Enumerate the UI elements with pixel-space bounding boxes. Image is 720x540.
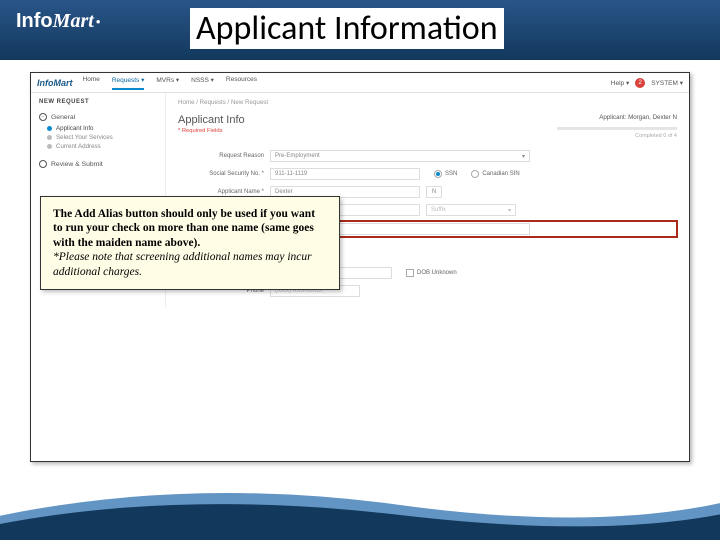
nav-help[interactable]: Help ▾ — [611, 79, 629, 87]
breadcrumb: Home / Requests / New Request — [178, 99, 677, 106]
ssn-label: Social Security No. * — [178, 171, 270, 177]
infomart-logo: InfoMart● — [16, 10, 103, 33]
nav-requests[interactable]: Requests ▾ — [112, 76, 145, 90]
topbar-right: Help ▾ 2 SYSTEM ▾ — [611, 78, 683, 88]
primary-nav: Home Requests ▾ MVRs ▾ NSSS ▾ Resources — [83, 76, 258, 90]
callout-line2: *Please note that screening additional n… — [53, 251, 312, 277]
suffix-select[interactable]: Suffix▾ — [426, 204, 516, 216]
circle-icon — [39, 160, 47, 168]
callout-note: The Add Alias button should only be used… — [40, 196, 340, 290]
sin-radio[interactable] — [471, 170, 479, 178]
ssn-input[interactable]: 911-11-1119 — [270, 168, 420, 180]
progress-bar — [557, 127, 677, 130]
page-title: Applicant Info — [178, 114, 245, 126]
app-logo: InfoMart — [37, 78, 73, 88]
sidebar-review[interactable]: Review & Submit — [39, 160, 157, 168]
app-topbar: InfoMart Home Requests ▾ MVRs ▾ NSSS ▾ R… — [31, 73, 689, 93]
chevron-down-icon: ▾ — [522, 153, 525, 160]
progress-text: Completed 0 of 4 — [635, 133, 677, 139]
sidebar-step-applicant-info[interactable]: Applicant Info — [47, 125, 157, 132]
logo-mart: Mart — [53, 10, 94, 32]
sidebar-step-address[interactable]: Current Address — [47, 143, 157, 150]
callout-line1: The Add Alias button should only be used… — [53, 208, 315, 249]
request-reason-label: Request Reason — [178, 153, 270, 159]
nav-system[interactable]: SYSTEM ▾ — [651, 79, 683, 87]
slide-swoosh-graphic — [0, 460, 720, 540]
nav-nsss[interactable]: NSSS ▾ — [191, 76, 214, 90]
sidebar-general[interactable]: − General — [39, 113, 157, 121]
applicant-summary: Applicant: Morgan, Dexter N — [557, 114, 677, 121]
nav-home[interactable]: Home — [83, 76, 100, 90]
required-fields-note: * Required Fields — [178, 128, 245, 134]
sidebar-step-services[interactable]: Select Your Services — [47, 134, 157, 141]
logo-info: Info — [16, 10, 53, 32]
ssn-radio[interactable] — [434, 170, 442, 178]
nav-mvrs[interactable]: MVRs ▾ — [156, 76, 179, 90]
minus-icon: − — [39, 113, 47, 121]
middle-initial-input[interactable]: N — [426, 186, 442, 198]
sidebar-review-label: Review & Submit — [51, 161, 103, 168]
progress: Completed 0 of 4 — [557, 125, 677, 139]
slide-title: Applicant Information — [190, 8, 504, 49]
slide: InfoMart● Applicant Information InfoMart… — [0, 0, 720, 540]
notification-badge[interactable]: 2 — [635, 78, 645, 88]
nav-resources[interactable]: Resources — [226, 76, 257, 90]
chevron-down-icon: ▾ — [508, 207, 511, 214]
dob-unknown-checkbox[interactable] — [406, 269, 414, 277]
new-request-heading: NEW REQUEST — [39, 99, 157, 105]
request-reason-select[interactable]: Pre-Employment▾ — [270, 150, 530, 162]
applicant-name-label: Applicant Name * — [178, 189, 270, 195]
sidebar-general-label: General — [51, 114, 75, 121]
